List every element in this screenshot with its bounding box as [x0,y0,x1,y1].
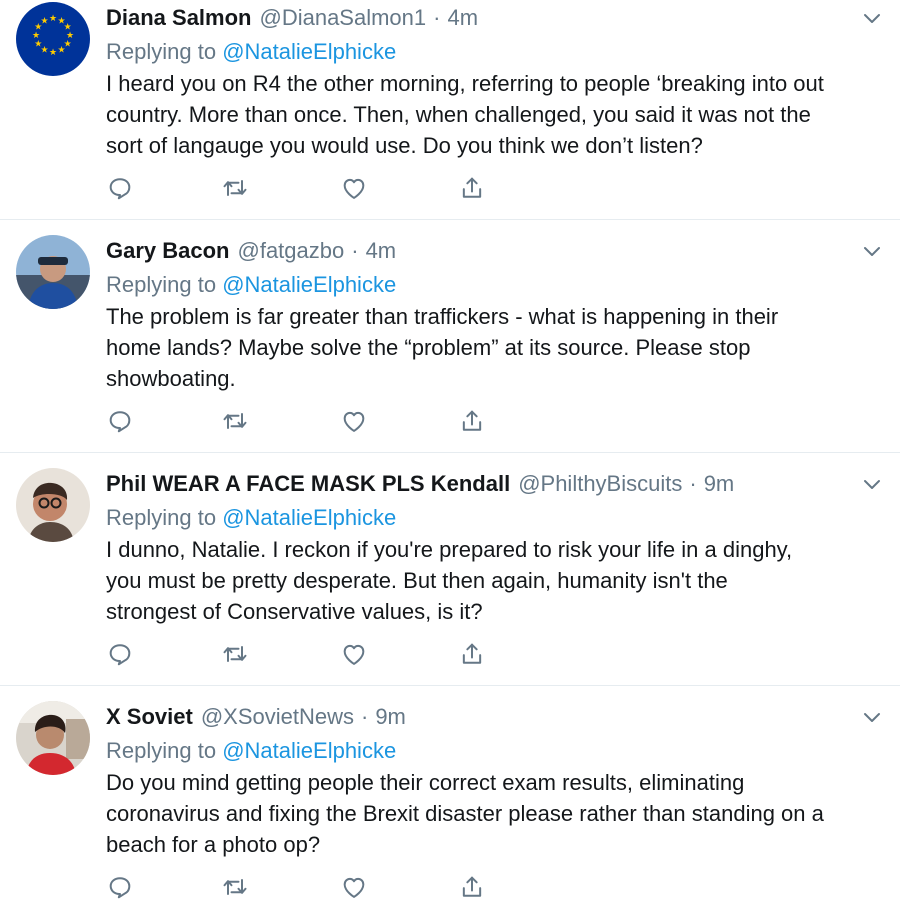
tweet-header: Diana Salmon @DianaSalmon1 · 4m [106,0,478,36]
replying-to: Replying to @NatalieElphicke [106,36,396,68]
reply-icon[interactable] [106,174,136,204]
replying-to-link[interactable]: @NatalieElphicke [222,39,396,64]
eu-flag-avatar-image: ★ ★ ★ ★ ★ ★ ★ ★ ★ ★ ★ ★ [16,2,90,76]
replying-to-label: Replying to [106,738,217,763]
tweet-actions [106,407,506,437]
tweet-actions [106,640,506,670]
replying-to-label: Replying to [106,272,217,297]
replying-to-link[interactable]: @NatalieElphicke [222,272,396,297]
display-name[interactable]: Phil WEAR A FACE MASK PLS Kendall [106,466,510,502]
svg-text:★: ★ [57,46,65,56]
display-name[interactable]: X Soviet [106,699,193,735]
share-icon[interactable] [458,407,488,437]
retweet-icon[interactable] [221,407,251,437]
display-name[interactable]: Diana Salmon [106,0,251,36]
user-handle[interactable]: @PhilthyBiscuits [518,466,682,502]
replying-to-link[interactable]: @NatalieElphicke [222,738,396,763]
replying-to-label: Replying to [106,39,217,64]
replying-to-label: Replying to [106,505,217,530]
photo-avatar-image [16,701,90,775]
separator: · [689,471,697,496]
like-icon[interactable] [340,873,370,903]
svg-text:★: ★ [32,31,40,41]
tweet-text: Do you mind getting people their correct… [106,770,824,857]
timestamp[interactable]: 9m [704,466,735,502]
chevron-down-icon[interactable] [860,472,884,496]
svg-text:★: ★ [40,16,48,26]
svg-text:★: ★ [34,40,42,50]
tweet-actions [106,873,506,903]
replying-to-link[interactable]: @NatalieElphicke [222,505,396,530]
tweet[interactable]: Phil WEAR A FACE MASK PLS Kendall @Philt… [0,466,900,686]
reply-icon[interactable] [106,407,136,437]
like-icon[interactable] [340,407,370,437]
display-name[interactable]: Gary Bacon [106,233,230,269]
share-icon[interactable] [458,174,488,204]
chevron-down-icon[interactable] [860,6,884,30]
photo-avatar-image [16,468,90,542]
tweet-actions [106,174,506,204]
tweet-header: Gary Bacon @fatgazbo · 4m [106,233,396,269]
user-handle[interactable]: @fatgazbo [238,233,345,269]
photo-avatar-image [16,235,90,309]
retweet-icon[interactable] [221,174,251,204]
timestamp[interactable]: 9m [375,699,406,735]
tweet-header: X Soviet @XSovietNews · 9m [106,699,406,735]
chevron-down-icon[interactable] [860,705,884,729]
avatar[interactable] [16,235,90,309]
replying-to: Replying to @NatalieElphicke [106,502,396,534]
retweet-icon[interactable] [221,640,251,670]
tweet[interactable]: Gary Bacon @fatgazbo · 4m Replying to @N… [0,233,900,453]
timestamp[interactable]: 4m [366,233,397,269]
retweet-icon[interactable] [221,873,251,903]
tweet-header: Phil WEAR A FACE MASK PLS Kendall @Philt… [106,466,734,502]
user-handle[interactable]: @XSovietNews [201,699,354,735]
share-icon[interactable] [458,873,488,903]
share-icon[interactable] [458,640,488,670]
user-handle[interactable]: @DianaSalmon1 [259,0,426,36]
replying-to: Replying to @NatalieElphicke [106,735,396,767]
chevron-down-icon[interactable] [860,239,884,263]
avatar[interactable]: ★ ★ ★ ★ ★ ★ ★ ★ ★ ★ ★ ★ [16,2,90,76]
avatar[interactable] [16,701,90,775]
separator: · [433,5,441,30]
tweet[interactable]: X Soviet @XSovietNews · 9m Replying to @… [0,699,900,908]
like-icon[interactable] [340,640,370,670]
svg-text:★: ★ [49,14,57,24]
timestamp[interactable]: 4m [447,0,478,36]
tweet[interactable]: ★ ★ ★ ★ ★ ★ ★ ★ ★ ★ ★ ★ Diana Salmon @Di… [0,0,900,220]
tweet-text: The problem is far greater than traffick… [106,304,779,391]
tweet-text: I dunno, Natalie. I reckon if you're pre… [106,537,793,624]
separator: · [360,704,369,729]
reply-icon[interactable] [106,640,136,670]
separator: · [351,238,359,263]
avatar[interactable] [16,468,90,542]
svg-text:★: ★ [49,48,57,58]
reply-icon[interactable] [106,873,136,903]
tweet-text: I heard you on R4 the other morning, ref… [106,71,824,158]
replying-to: Replying to @NatalieElphicke [106,269,396,301]
like-icon[interactable] [340,174,370,204]
